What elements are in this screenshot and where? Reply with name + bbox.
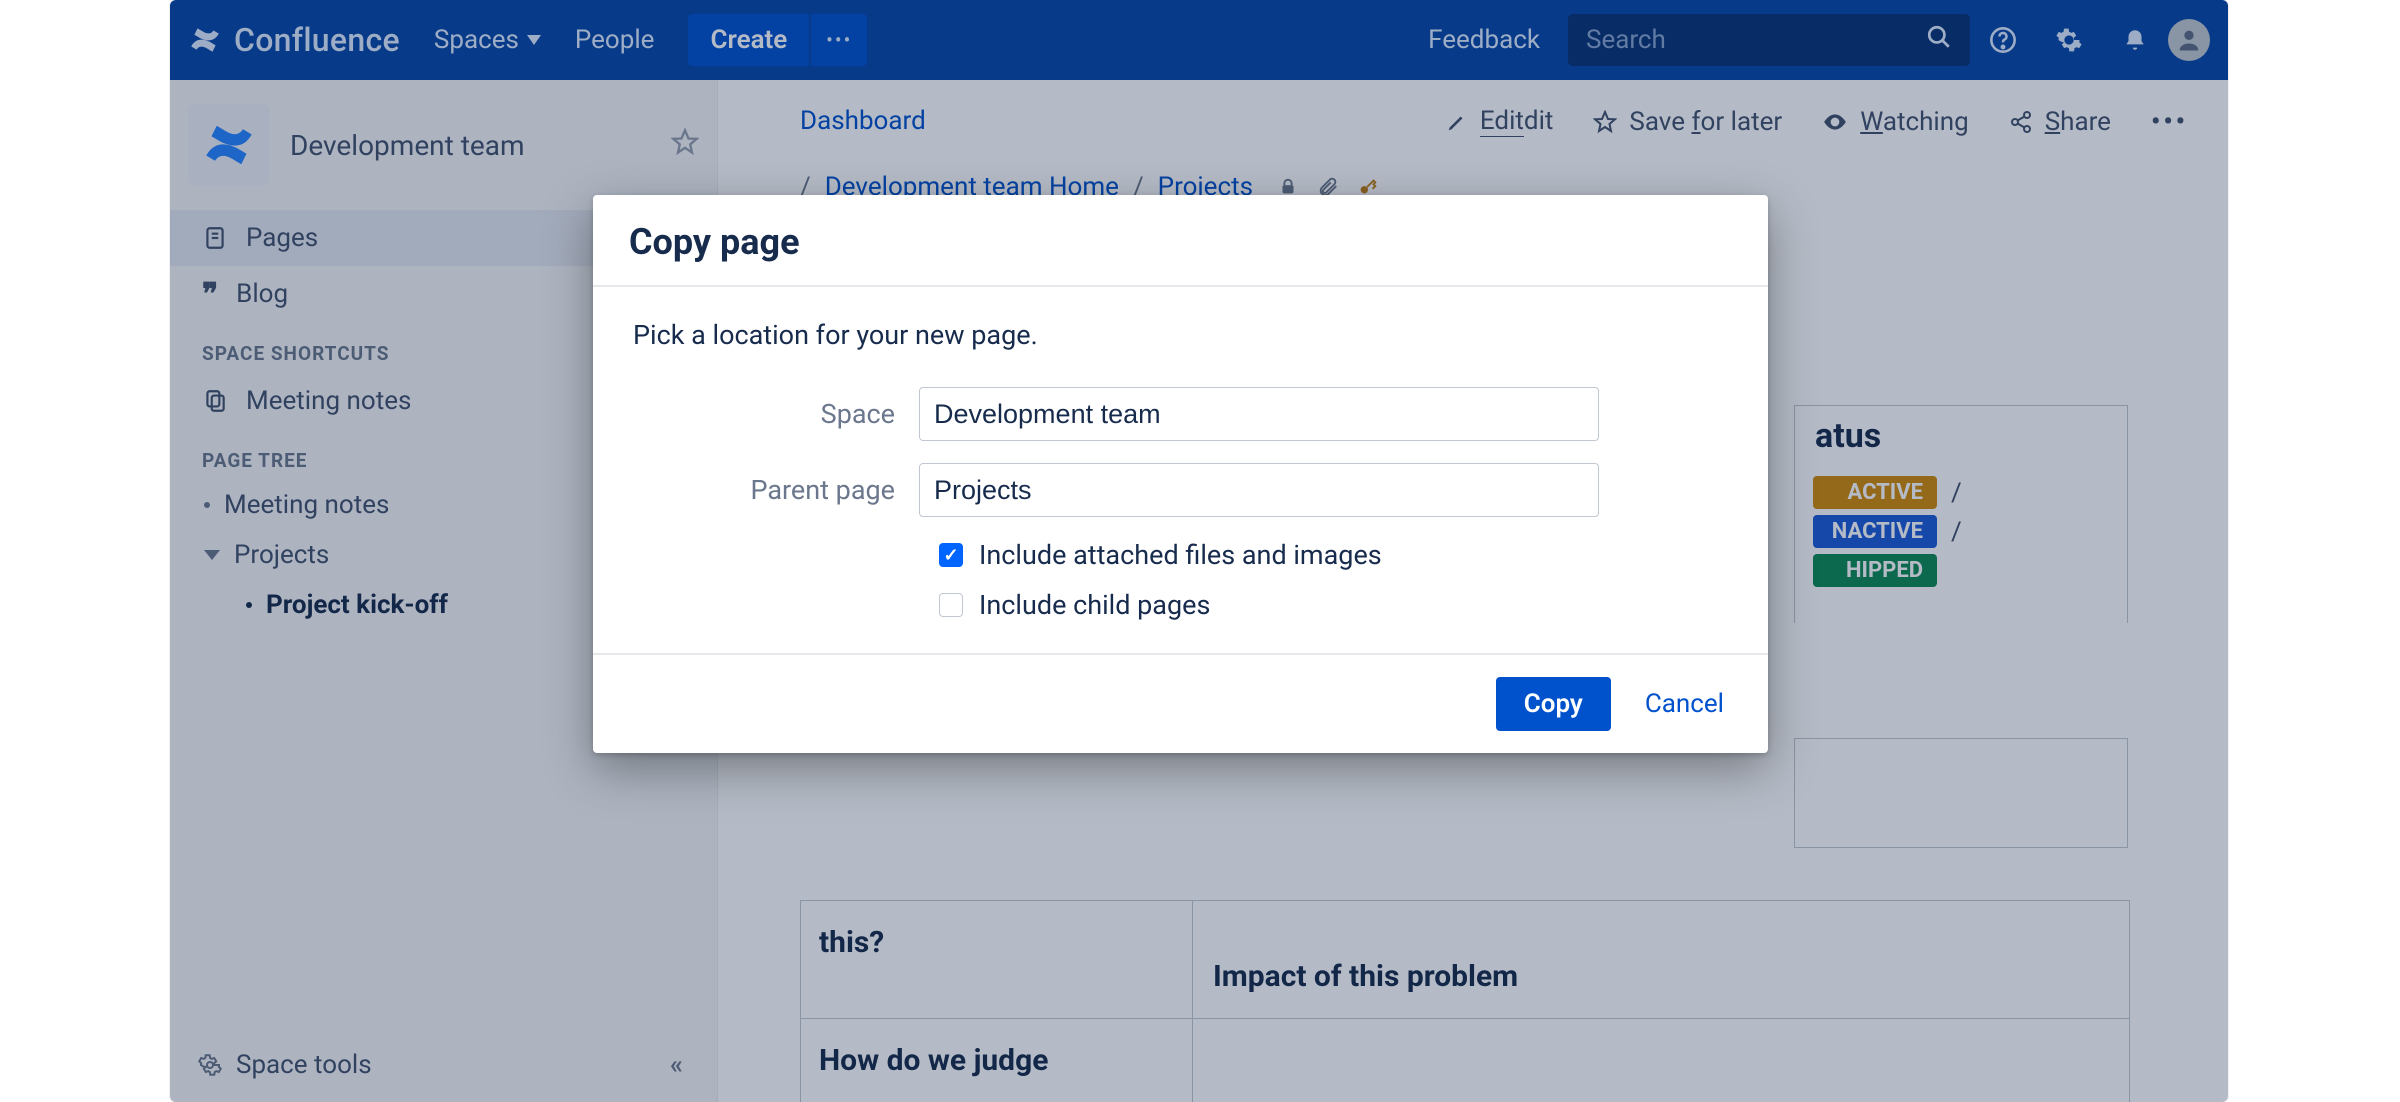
page-icon: [202, 225, 228, 251]
gear-icon: [198, 1053, 222, 1077]
chevron-down-icon: [204, 550, 220, 560]
table-cell: Impact of this problem: [1193, 901, 2129, 1018]
tree-label: Meeting notes: [224, 490, 389, 520]
nav-feedback[interactable]: Feedback: [1428, 25, 1540, 55]
dialog-title: Copy page: [593, 195, 1768, 287]
confluence-icon: [188, 23, 222, 57]
content-table: this? Impact of this problem How do we j…: [800, 900, 2130, 1102]
cancel-button[interactable]: Cancel: [1641, 677, 1728, 731]
chevron-down-icon: [527, 35, 541, 45]
settings-button[interactable]: [2036, 0, 2102, 80]
space-logo: [188, 104, 270, 186]
dialog-instruction: Pick a location for your new page.: [633, 319, 1728, 351]
create-button[interactable]: Create: [688, 14, 809, 66]
tree-label: Projects: [234, 540, 329, 570]
help-button[interactable]: [1970, 0, 2036, 80]
create-more-button[interactable]: •••: [811, 14, 867, 66]
search-placeholder: Search: [1586, 25, 1666, 55]
eye-icon: [1822, 109, 1848, 135]
save-later-button[interactable]: Save for later: [1593, 107, 1782, 137]
edit-button[interactable]: Editdit: [1446, 106, 1554, 137]
dialog-body: Pick a location for your new page. Space…: [593, 287, 1768, 653]
side-panel-box: [1794, 738, 2128, 848]
space-field-label: Space: [633, 398, 895, 430]
include-children-label: Include child pages: [979, 589, 1210, 621]
pencil-icon: [1446, 111, 1468, 133]
favorite-star-button[interactable]: [671, 128, 699, 162]
status-panel: atus ACTIVE / NACTIVE / HIPPED: [1794, 405, 2128, 623]
feedback-label: Feedback: [1428, 25, 1540, 55]
share-button[interactable]: Share: [2009, 107, 2111, 137]
include-attachments-label: Include attached files and images: [979, 539, 1382, 571]
page-toolbar: Editdit Save for later Watching Share ••…: [1446, 106, 2188, 137]
copy-page-dialog: Copy page Pick a location for your new p…: [593, 195, 1768, 753]
gear-icon: [2055, 26, 2083, 54]
person-icon: [2175, 26, 2203, 54]
create-label: Create: [710, 25, 787, 55]
nav-spaces-label: Spaces: [434, 25, 519, 55]
breadcrumb-dashboard[interactable]: Dashboard: [800, 106, 926, 136]
save-label: Save for later: [1629, 107, 1782, 137]
search-input[interactable]: Search: [1568, 14, 1970, 66]
star-icon: [671, 128, 699, 156]
nav-people[interactable]: People: [575, 25, 655, 55]
space-header: Development team: [170, 80, 717, 210]
profile-avatar[interactable]: [2168, 19, 2210, 61]
nav-spaces[interactable]: Spaces: [434, 25, 541, 55]
status-title: atus: [1813, 416, 2127, 456]
copy-icon: [202, 388, 228, 414]
nav-people-label: People: [575, 25, 655, 55]
table-cell: How do we judge: [801, 1019, 1193, 1102]
include-attachments-checkbox[interactable]: [939, 543, 963, 567]
search-icon: [1926, 24, 1952, 57]
sidebar-footer: Space tools «: [170, 1038, 717, 1092]
confluence-logo[interactable]: Confluence: [188, 21, 400, 59]
collapse-sidebar-button[interactable]: «: [670, 1050, 689, 1080]
space-input[interactable]: [919, 387, 1599, 441]
tree-label: Project kick-off: [266, 590, 448, 620]
bell-icon: [2122, 27, 2148, 53]
confluence-space-icon: [201, 117, 257, 173]
status-active-badge: ACTIVE: [1813, 476, 1937, 509]
notifications-button[interactable]: [2102, 0, 2168, 80]
quote-icon: ❞: [202, 277, 218, 312]
parent-page-input[interactable]: [919, 463, 1599, 517]
table-cell-text: Impact of this problem: [1213, 959, 1518, 994]
status-inactive-badge: NACTIVE: [1813, 515, 1937, 548]
status-shipped-badge: HIPPED: [1813, 554, 1937, 587]
space-tools-link[interactable]: Space tools: [236, 1050, 372, 1080]
share-label: Share: [2045, 107, 2111, 137]
watching-button[interactable]: Watching: [1822, 107, 1969, 137]
space-name[interactable]: Development team: [290, 129, 651, 162]
bullet-icon: [204, 502, 210, 508]
watching-label: Watching: [1860, 107, 1969, 137]
product-name: Confluence: [234, 21, 400, 59]
bullet-icon: [246, 602, 252, 608]
ellipsis-icon: •••: [826, 28, 852, 52]
edit-label: Edit: [1480, 106, 1524, 137]
copy-button[interactable]: Copy: [1496, 677, 1611, 731]
include-children-checkbox[interactable]: [939, 593, 963, 617]
share-icon: [2009, 110, 2033, 134]
sidebar-blog-label: Blog: [236, 279, 288, 309]
parent-field-label: Parent page: [633, 474, 895, 506]
table-cell: this?: [801, 901, 1193, 1018]
breadcrumbs: Dashboard / Development team Home / Proj…: [800, 80, 2228, 202]
sidebar-pages-label: Pages: [246, 223, 318, 253]
table-cell: [1193, 1019, 2129, 1102]
more-actions-button[interactable]: •••: [2151, 107, 2188, 137]
star-icon: [1593, 110, 1617, 134]
global-header: Confluence Spaces People Create ••• Feed…: [170, 0, 2228, 80]
dialog-footer: Copy Cancel: [593, 653, 1768, 753]
sidebar-shortcut-label: Meeting notes: [246, 386, 411, 416]
help-icon: [1989, 26, 2017, 54]
